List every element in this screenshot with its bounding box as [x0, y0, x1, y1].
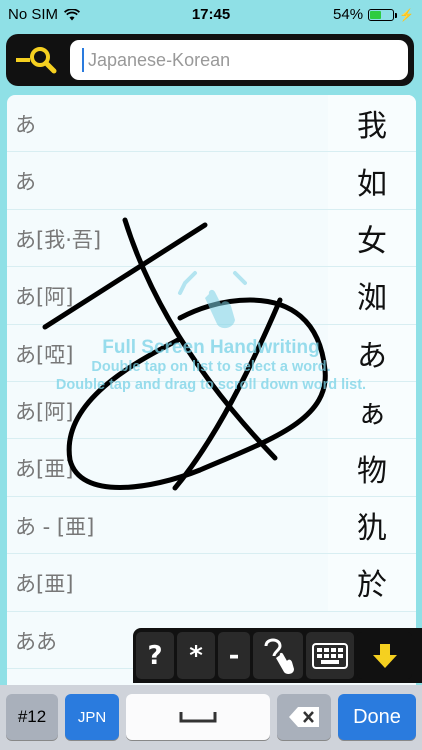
status-bar: No SIM 17:45 54% ⚡	[0, 0, 422, 30]
list-item-word: あ[我·吾]	[15, 227, 102, 252]
handwriting-hint-title: Full Screen Handwriting	[102, 337, 320, 358]
list-item[interactable]: あ - [亜] 犰	[7, 496, 416, 555]
list-item-word: あ[阿]	[15, 285, 74, 310]
language-key-label: JPN	[77, 708, 107, 726]
arrow-down-icon	[372, 643, 397, 668]
candidate-character[interactable]: 女	[328, 209, 416, 267]
keyboard-icon	[312, 642, 348, 669]
search-button[interactable]	[12, 42, 64, 78]
language-key[interactable]: JPN	[65, 694, 119, 740]
list-item-word: ああ	[15, 629, 57, 654]
backspace-key[interactable]	[277, 694, 331, 740]
handwriting-toolbar: ? * -	[133, 628, 422, 683]
space-icon	[179, 712, 217, 723]
search-bar: Japanese-Korean	[6, 34, 414, 86]
list-item[interactable]: あ如	[7, 152, 416, 210]
hand-tap-icon	[264, 638, 294, 674]
keyboard-row: #12 JPN Done	[0, 685, 422, 750]
list-item[interactable]: あ[亜] 物	[7, 439, 416, 497]
wildcard-dash-button[interactable]: -	[218, 632, 250, 679]
space-key[interactable]	[126, 694, 270, 740]
search-input[interactable]: Japanese-Korean	[70, 40, 408, 80]
candidate-character[interactable]: 犰	[328, 496, 416, 554]
list-item[interactable]: あ[亜] 於	[7, 554, 416, 612]
keyboard-button[interactable]	[306, 632, 354, 679]
text-cursor	[82, 48, 84, 72]
wildcard-dash-label: -	[228, 640, 240, 671]
battery-level	[370, 10, 382, 19]
battery-percent: 54%	[333, 6, 364, 23]
handwriting-hint-line1: Double tap on list to select a word.	[91, 359, 331, 375]
candidate-character[interactable]: 於	[328, 554, 416, 611]
candidate-character[interactable]: 物	[328, 439, 416, 496]
done-key-label: Done	[353, 705, 401, 728]
list-item[interactable]: あ[我·吾] 女	[7, 209, 416, 268]
search-icon	[16, 47, 57, 74]
done-key[interactable]: Done	[338, 694, 416, 740]
candidate-character[interactable]: 洳	[328, 267, 416, 324]
list-item[interactable]: あ我	[7, 95, 416, 153]
battery-icon	[368, 8, 398, 21]
numbers-key[interactable]: #12	[6, 694, 58, 740]
list-item-word: あ	[15, 113, 36, 137]
candidate-character[interactable]: 我	[328, 95, 416, 152]
help-label: ?	[147, 640, 163, 671]
help-button[interactable]: ?	[136, 632, 174, 679]
list-item-word: あ	[15, 170, 36, 195]
list-item-word: あ[亜]	[15, 572, 74, 597]
list-item-word: あ[亜]	[15, 457, 74, 482]
wildcard-star-label: *	[189, 640, 203, 671]
hand-gesture-icon	[178, 271, 247, 329]
gesture-help-button[interactable]	[253, 632, 303, 679]
charging-icon: ⚡	[399, 7, 414, 22]
search-placeholder: Japanese-Korean	[88, 49, 231, 70]
status-right: 54% ⚡	[333, 6, 414, 23]
wildcard-star-button[interactable]: *	[177, 632, 215, 679]
list-item-word: あ - [亜]	[15, 514, 95, 539]
numbers-key-label: #12	[17, 707, 47, 726]
list-item-word: あ[阿]	[15, 400, 74, 424]
handwriting-hint-line2: Double tap and drag to scroll down word …	[55, 377, 367, 393]
backspace-icon	[289, 707, 319, 727]
hide-keypad-button[interactable]	[357, 632, 412, 679]
candidate-character[interactable]: 如	[328, 152, 416, 209]
